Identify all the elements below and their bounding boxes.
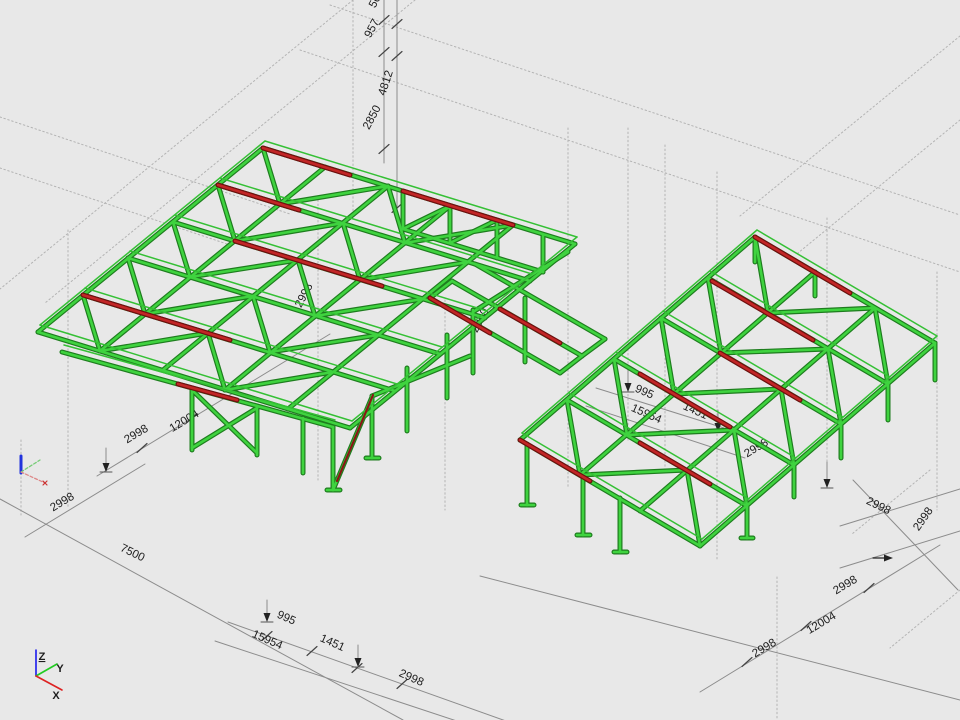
dimension-tick <box>137 444 147 453</box>
dimension-tick <box>352 664 362 673</box>
member-green <box>582 339 605 356</box>
dimension-label: 12004 <box>805 610 839 637</box>
dimension-label: 995 <box>633 383 655 402</box>
dimension-line <box>840 531 960 568</box>
member-red <box>263 148 350 175</box>
dimension-tick <box>742 658 752 667</box>
triad-z-label: Z <box>39 651 46 663</box>
model-viewport[interactable]: 7500995159541451299829981200429989951595… <box>0 0 960 720</box>
down-arrow-icon <box>264 613 271 622</box>
dimension-label: 2998 <box>397 668 425 689</box>
grid-guide-line <box>890 590 960 648</box>
dimension-label: 2998 <box>48 491 76 514</box>
member-green <box>372 356 470 396</box>
dimension-label: 7500 <box>118 542 146 564</box>
grid-guide-line <box>740 36 960 216</box>
axes-triad: ZY X <box>36 650 64 702</box>
down-arrow-icon <box>625 383 632 392</box>
triad-x-label: X <box>52 690 60 702</box>
dimension-label: 957 <box>363 17 383 40</box>
member-green-chord <box>40 325 352 421</box>
dimension-line <box>480 576 960 700</box>
dimension-label: 1451 <box>318 633 346 654</box>
dimension-label: 2850 <box>361 103 384 131</box>
origin-y-arrow <box>21 460 40 472</box>
member-red <box>500 309 560 343</box>
grid-guide-line <box>330 5 960 215</box>
grid-guide-line <box>45 0 415 303</box>
triad-y-label: Y <box>56 663 64 675</box>
dimension-label: 2998 <box>750 637 778 660</box>
dimension-label: 2998 <box>831 574 859 597</box>
structural-model-canvas: 7500995159541451299829981200429989951595… <box>0 0 960 720</box>
right-arrow-icon <box>884 555 893 562</box>
dimension-line <box>25 464 145 537</box>
down-arrow-icon <box>103 463 110 472</box>
member-red <box>235 241 382 286</box>
member-red-brace <box>337 395 373 481</box>
dimension-label: 995 <box>275 609 297 628</box>
grid-guide-line <box>0 0 353 289</box>
dimension-labels: 7500995159541451299829981200429989951595… <box>48 0 935 689</box>
member-green-chord <box>130 251 442 347</box>
dimension-label: 12004 <box>168 408 202 435</box>
origin-marker <box>21 456 47 485</box>
dimension-label: 4812 <box>376 69 395 97</box>
dimension-line <box>215 641 490 720</box>
structure-layer <box>38 141 937 552</box>
triad-x-axis <box>36 676 62 690</box>
member-green <box>560 356 582 373</box>
triad-y-axis <box>36 664 57 676</box>
grid-guide-line <box>0 117 290 214</box>
origin-x-arrow <box>21 472 45 483</box>
dimension-label: 15954 <box>250 628 285 652</box>
down-arrow-icon <box>824 479 831 488</box>
dimension-label: 2998 <box>122 423 150 446</box>
dimension-label: 2998 <box>911 505 936 533</box>
dimension-label: 56 <box>367 0 384 10</box>
grid-guide-line <box>798 120 960 253</box>
member-green <box>450 220 497 243</box>
dimension-tick <box>864 584 874 593</box>
dimension-line <box>0 499 403 720</box>
